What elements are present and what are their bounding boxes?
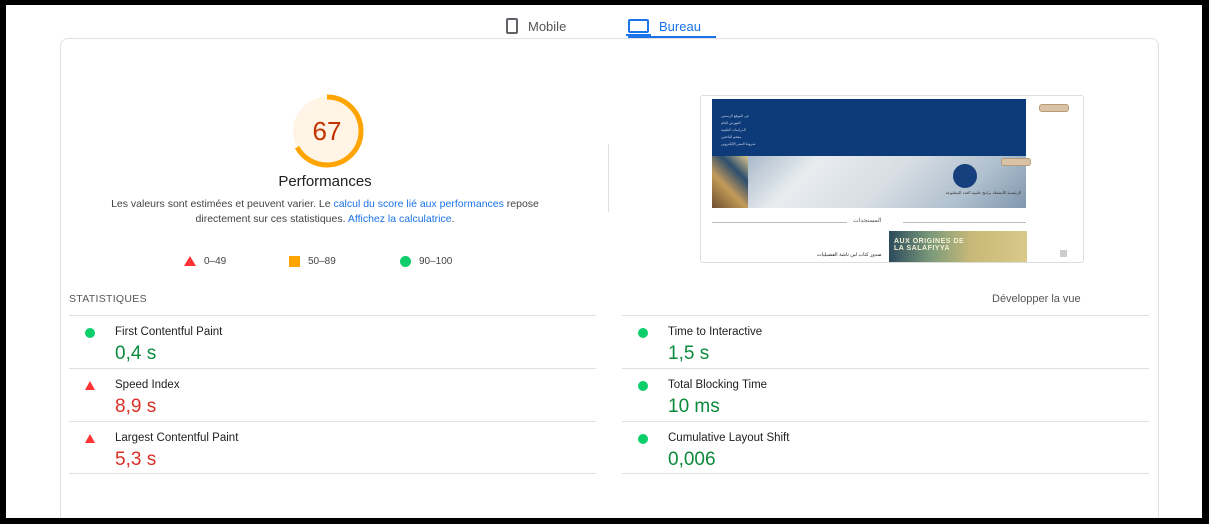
metric-divider bbox=[622, 421, 1149, 422]
thumb-decoration bbox=[712, 156, 748, 208]
performance-title: Performances bbox=[278, 173, 372, 190]
thumb-scroll-thumb bbox=[1060, 250, 1067, 257]
thumb-section-title: المستجدات bbox=[853, 218, 882, 224]
pass-circle-icon bbox=[638, 381, 648, 391]
metric-first-contentful-paint: First Contentful Paint 0,4 s bbox=[69, 315, 596, 367]
desc-text-3: . bbox=[451, 213, 455, 225]
metric-divider bbox=[69, 421, 596, 422]
page-screenshot: عن الموقع الرسمي الفهرس العام الدراسات ا… bbox=[700, 95, 1084, 263]
square-icon bbox=[289, 255, 300, 267]
thumb-menu-item: شروط النشر الإلكتروني bbox=[721, 142, 756, 146]
metric-name: Cumulative Layout Shift bbox=[668, 432, 790, 444]
metric-value: 8,9 s bbox=[115, 396, 157, 417]
thumb-rule bbox=[903, 222, 1026, 223]
performance-gauge: 67 bbox=[271, 93, 383, 169]
metric-time-to-interactive: Time to Interactive 1,5 s bbox=[622, 315, 1149, 367]
metric-cumulative-layout-shift: Cumulative Layout Shift 0,006 bbox=[622, 421, 1149, 474]
metric-divider bbox=[622, 473, 1149, 474]
metric-value: 10 ms bbox=[668, 396, 720, 417]
phone-icon bbox=[506, 18, 518, 34]
thumb-caption: صدور كتاب لبن ناشة الفضيليات bbox=[817, 252, 882, 258]
fail-triangle-icon bbox=[85, 381, 95, 390]
metric-total-blocking-time: Total Blocking Time 10 ms bbox=[622, 368, 1149, 420]
score-calculation-link[interactable]: calcul du score lié aux performances bbox=[333, 198, 503, 210]
thumb-nav: الرئيسية الأنشطة برامج علمية العدد المطب… bbox=[945, 190, 1021, 195]
thumb-logo bbox=[953, 164, 977, 188]
thumb-header bbox=[712, 99, 1026, 156]
triangle-icon bbox=[184, 256, 196, 266]
metric-value: 0,006 bbox=[668, 449, 716, 470]
tab-desktop-label: Bureau bbox=[659, 18, 701, 34]
book-title-line1: AUX ORIGINES DE bbox=[894, 238, 965, 245]
tab-mobile[interactable]: Mobile bbox=[506, 11, 566, 41]
laptop-icon bbox=[626, 19, 651, 36]
lighthouse-report: Mobile Bureau 67 Performances Les valeur… bbox=[6, 5, 1202, 518]
statistics-header: STATISTIQUES bbox=[69, 293, 147, 305]
expand-view-toggle[interactable]: Développer la vue bbox=[992, 293, 1081, 305]
metric-divider bbox=[622, 315, 1149, 316]
desc-text-1: Les valeurs sont estimées et peuvent var… bbox=[111, 198, 334, 210]
thumb-button bbox=[1001, 158, 1031, 166]
legend-pass: 90–100 bbox=[400, 254, 452, 268]
metric-divider bbox=[69, 315, 596, 316]
fail-triangle-icon bbox=[85, 434, 95, 443]
circle-icon bbox=[400, 255, 411, 267]
metric-largest-contentful-paint: Largest Contentful Paint 5,3 s bbox=[69, 421, 596, 474]
metric-divider bbox=[622, 368, 1149, 369]
thumb-menu-item: عن الموقع الرسمي bbox=[721, 114, 749, 118]
metric-name: Largest Contentful Paint bbox=[115, 432, 239, 444]
thumb-hero bbox=[712, 156, 1026, 208]
thumb-menu-item: الدراسات العلمية bbox=[721, 128, 746, 132]
legend-average-range: 50–89 bbox=[308, 255, 336, 267]
metric-name: Total Blocking Time bbox=[668, 379, 768, 391]
metric-value: 0,4 s bbox=[115, 343, 157, 364]
thumb-book-title: AUX ORIGINES DE LA SALAFIYYA bbox=[894, 238, 964, 252]
metric-name: Speed Index bbox=[115, 379, 180, 391]
legend-fail-range: 0–49 bbox=[204, 255, 227, 267]
thumb-menu-item: معجم الباحثين bbox=[721, 135, 742, 139]
metric-name: First Contentful Paint bbox=[115, 326, 223, 338]
tab-mobile-label: Mobile bbox=[528, 18, 567, 34]
pass-circle-icon bbox=[638, 328, 648, 338]
calculator-link[interactable]: Affichez la calculatrice bbox=[348, 213, 452, 225]
pass-circle-icon bbox=[85, 328, 95, 338]
metric-name: Time to Interactive bbox=[668, 326, 763, 338]
thumb-menu-item: الفهرس العام bbox=[721, 121, 741, 125]
metric-value: 1,5 s bbox=[668, 343, 710, 364]
vertical-divider bbox=[608, 144, 609, 212]
metric-divider bbox=[69, 473, 596, 474]
legend-fail: 0–49 bbox=[184, 254, 226, 268]
legend-pass-range: 90–100 bbox=[419, 255, 453, 267]
pass-circle-icon bbox=[638, 434, 648, 444]
metric-value: 5,3 s bbox=[115, 449, 157, 470]
performance-description: Les valeurs sont estimées et peuvent var… bbox=[110, 197, 540, 227]
thumb-button bbox=[1039, 104, 1069, 112]
legend-average: 50–89 bbox=[289, 254, 336, 268]
metric-speed-index: Speed Index 8,9 s bbox=[69, 368, 596, 420]
performance-score: 67 bbox=[312, 116, 342, 146]
metric-divider bbox=[69, 368, 596, 369]
thumb-rule bbox=[712, 222, 847, 223]
book-title-line2: LA SALAFIYYA bbox=[894, 245, 951, 252]
